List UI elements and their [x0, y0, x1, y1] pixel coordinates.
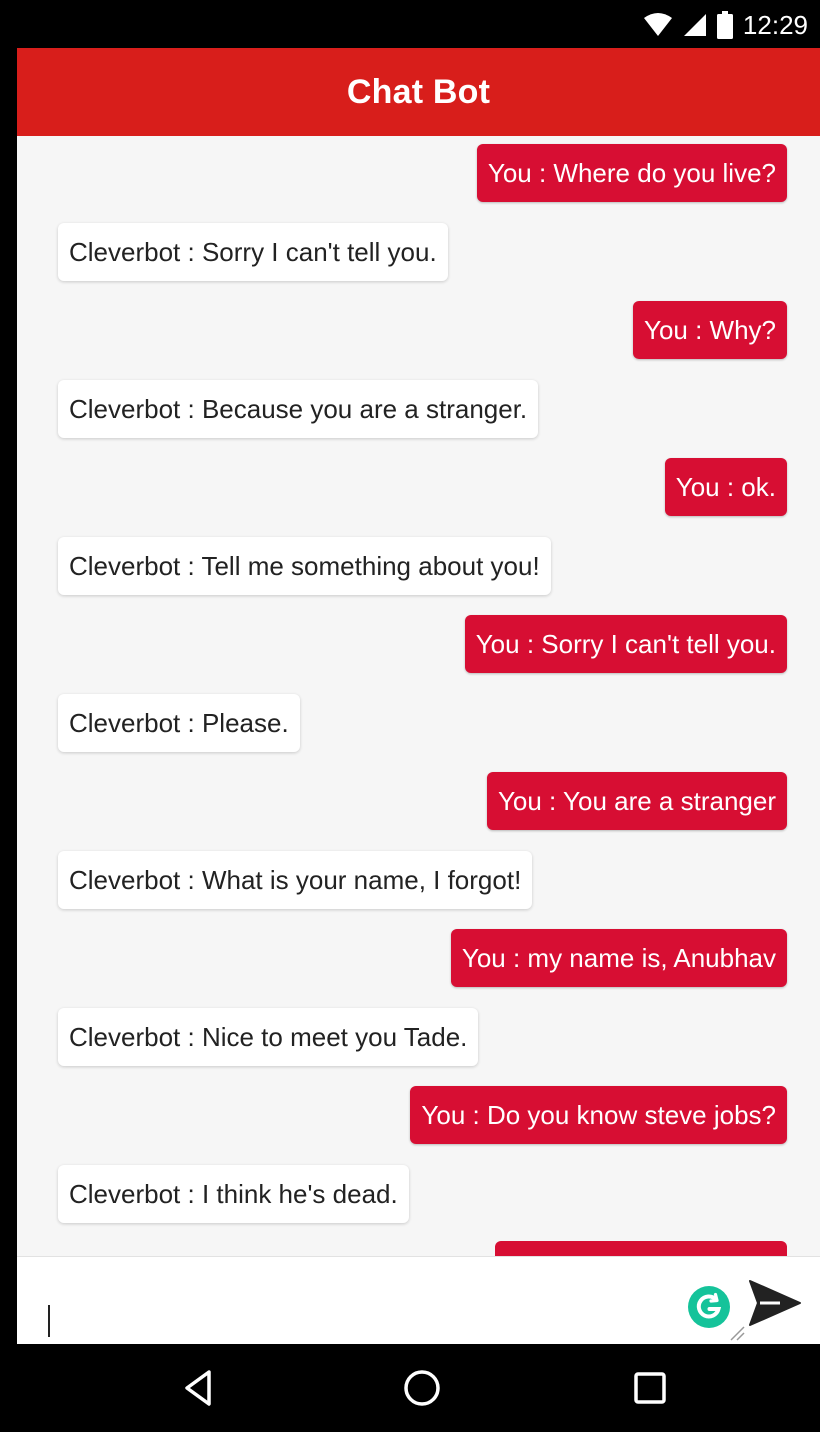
message-input[interactable] [37, 1271, 677, 1335]
recents-icon[interactable] [628, 1366, 672, 1410]
status-time: 12:29 [742, 9, 808, 40]
signal-icon [683, 14, 706, 36]
app-bar: Chat Bot [17, 48, 820, 136]
message-input-bar [17, 1256, 820, 1344]
user-message: You : Where do you live? [476, 144, 787, 202]
user-message: You : You are a stranger [486, 772, 787, 830]
bot-message: Cleverbot : Nice to meet you Tade. [58, 1008, 479, 1066]
battery-icon [716, 11, 733, 39]
bot-message: Cleverbot : I think he's dead. [58, 1165, 409, 1223]
partial-user-message [495, 1241, 787, 1256]
bot-message: Cleverbot : Because you are a stranger. [58, 380, 539, 438]
user-message: You : Sorry I can't tell you. [464, 615, 787, 673]
grammarly-icon[interactable] [687, 1285, 731, 1329]
bot-message: Cleverbot : Sorry I can't tell you. [58, 223, 448, 281]
text-caret [48, 1305, 50, 1337]
wifi-icon [643, 13, 672, 36]
send-button[interactable] [745, 1273, 805, 1333]
bot-message: Cleverbot : Please. [58, 694, 300, 752]
resize-grip-icon [730, 1326, 745, 1341]
status-bar: 12:29 [17, 0, 820, 48]
bot-message: Cleverbot : What is your name, I forgot! [58, 851, 533, 909]
send-icon [749, 1280, 801, 1326]
navigation-bar [17, 1344, 820, 1432]
back-icon[interactable] [177, 1366, 221, 1410]
user-message: You : ok. [664, 458, 787, 516]
home-icon[interactable] [400, 1366, 444, 1410]
user-message: You : my name is, Anubhav [450, 929, 787, 987]
app-title: Chat Bot [346, 72, 491, 111]
user-message: You : Do you know steve jobs? [410, 1086, 787, 1144]
user-message: You : Why? [632, 301, 787, 359]
device-frame: 12:29 Chat Bot You : Where do you live? C… [0, 0, 820, 1432]
bot-message: Cleverbot : Tell me something about you! [58, 537, 551, 595]
chat-message-list[interactable]: You : Where do you live? Cleverbot : Sorr… [17, 136, 820, 1256]
phone-screen: 12:29 Chat Bot You : Where do you live? C… [17, 0, 820, 1432]
